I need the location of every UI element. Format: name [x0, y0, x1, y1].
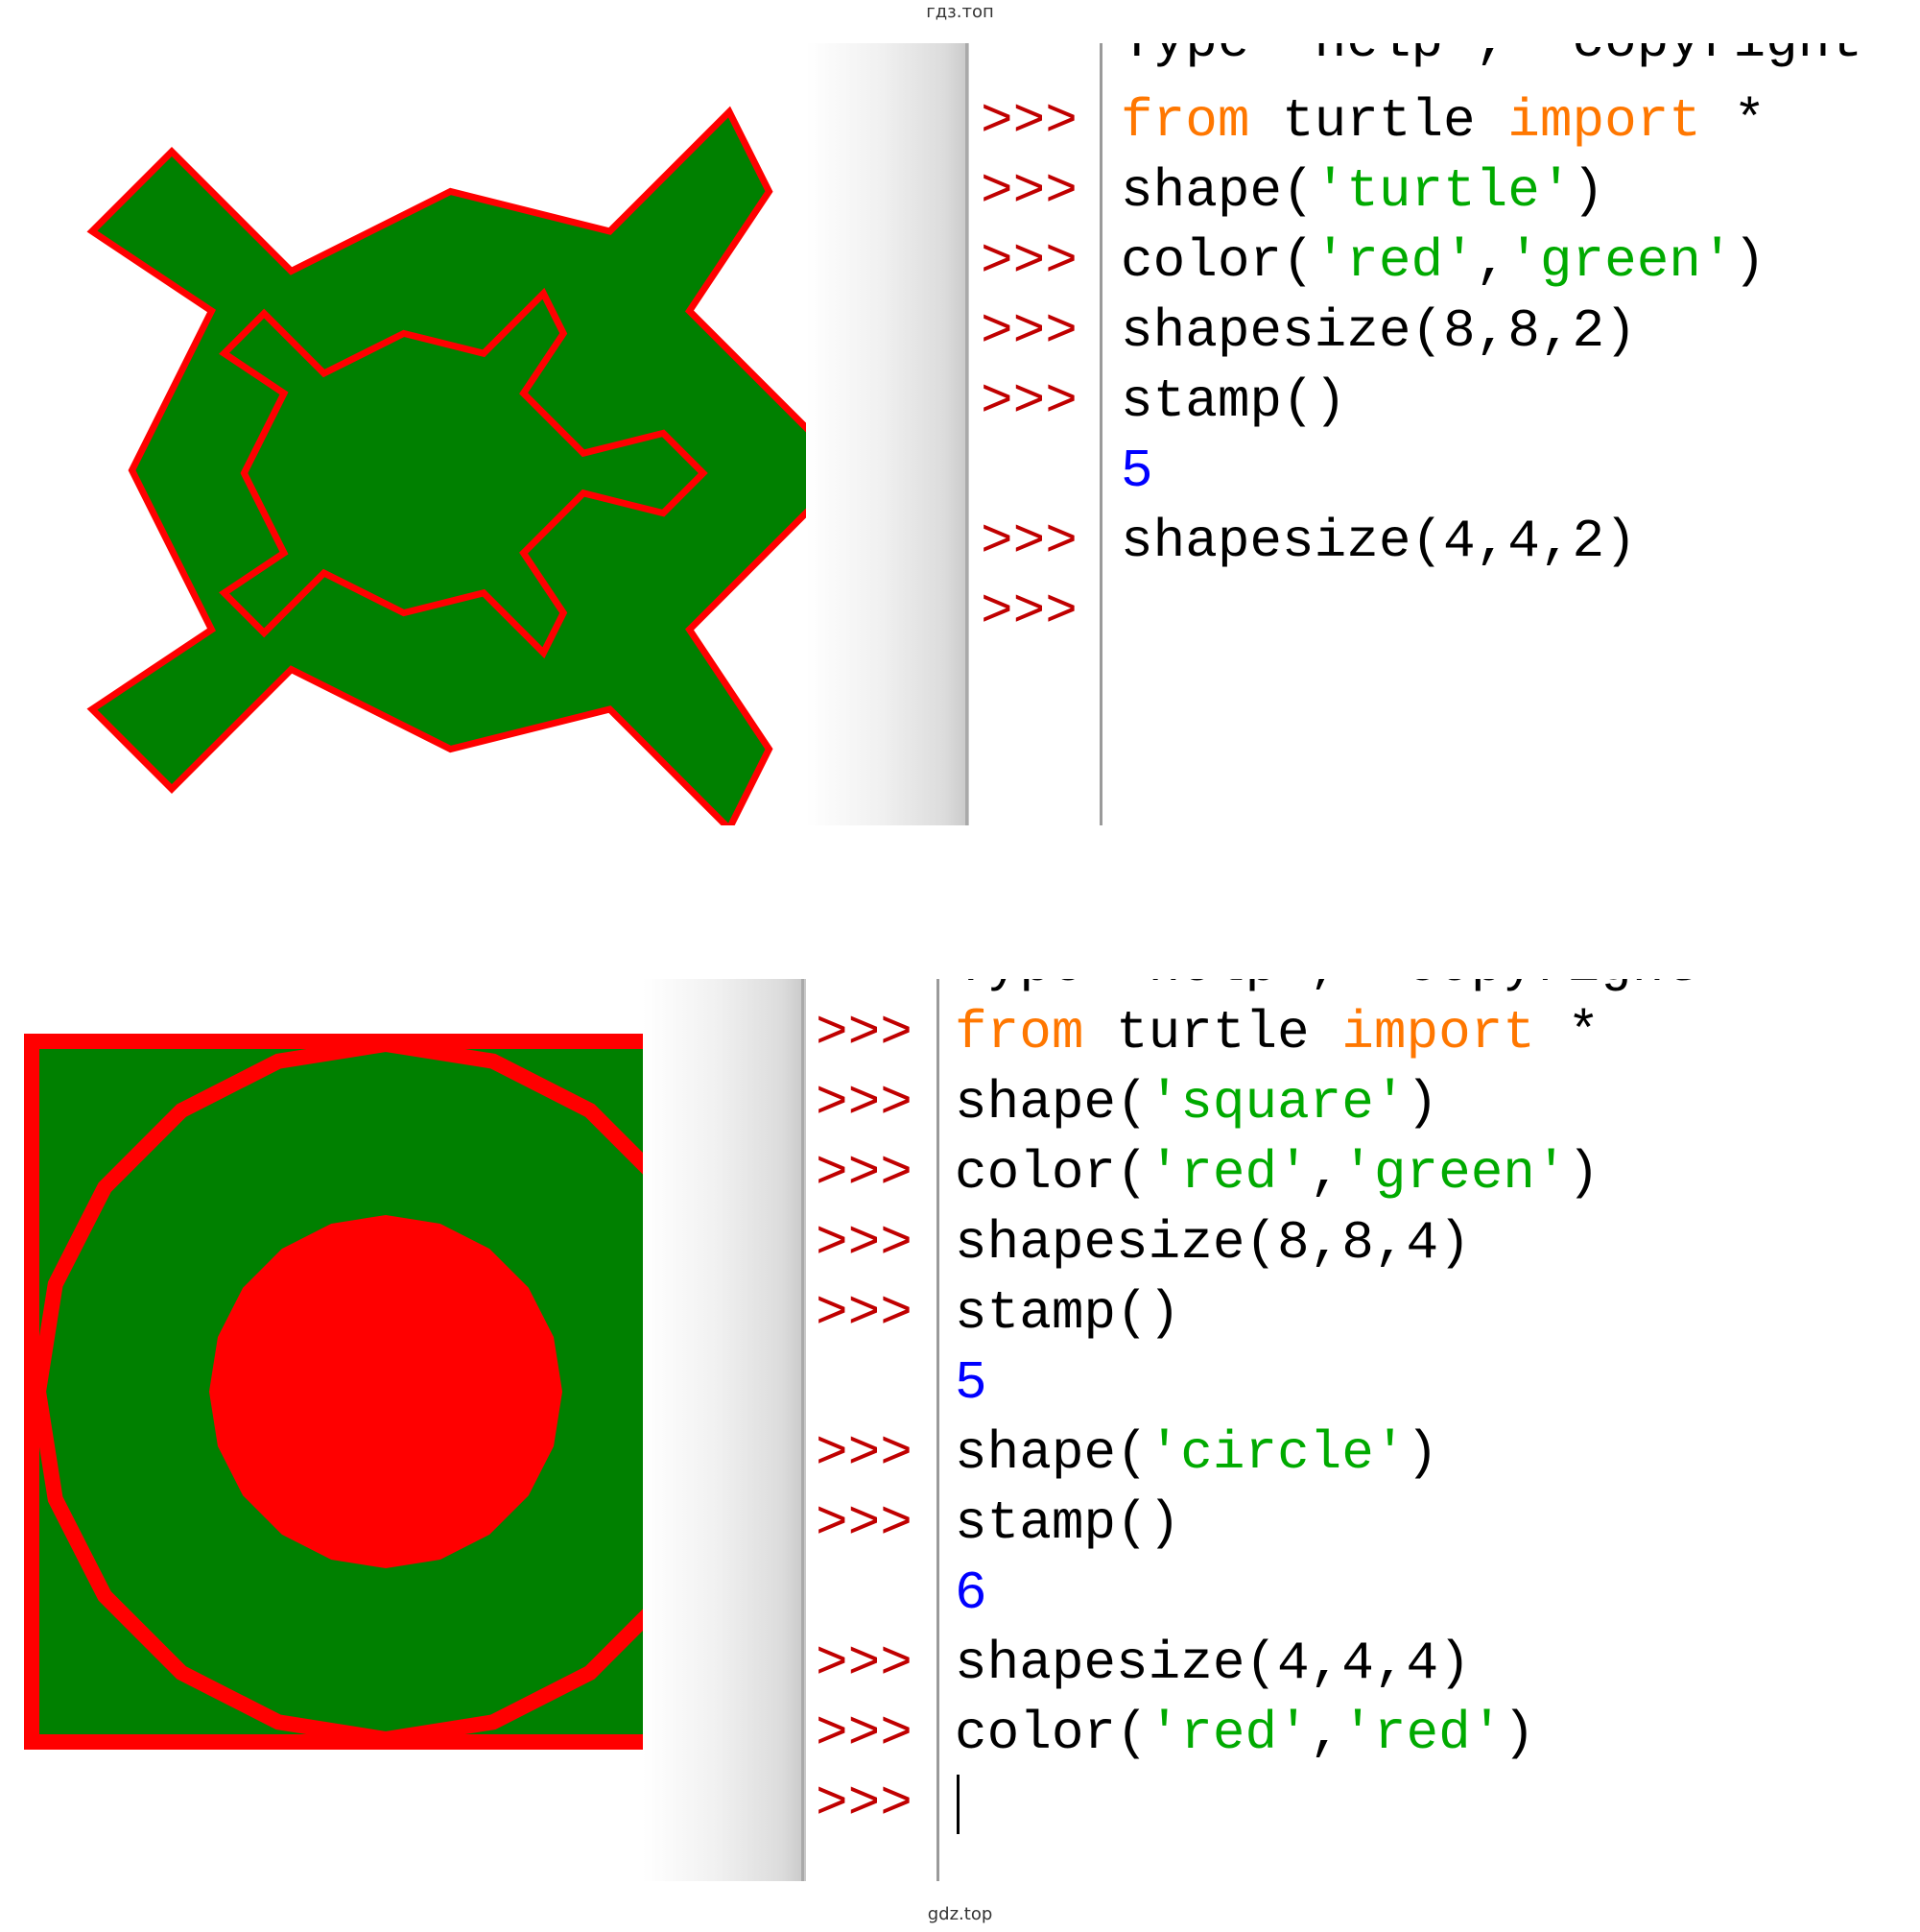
shell-output-line: 6 — [955, 1559, 987, 1628]
shell-prompt: >>> — [816, 1072, 913, 1133]
code-token: ) — [1733, 230, 1766, 292]
code-token: , — [1309, 1142, 1342, 1204]
string-token: 'red' — [1148, 1703, 1310, 1764]
code-token: color( — [955, 1703, 1149, 1764]
shell-code-line: color('red','red') — [955, 1699, 1535, 1768]
shell-prompt: >>> — [816, 1212, 913, 1274]
shell-output-line: 5 — [955, 1348, 987, 1418]
shell-code-line: shape('circle') — [955, 1419, 1438, 1488]
code-token: * — [1700, 90, 1766, 152]
code-token: shapesize(4,4,2) — [1121, 511, 1637, 572]
python-shell-bottom[interactable]: Type "help", "copyright >>> from turtle im… — [0, 979, 1920, 1881]
string-token: 'circle' — [1148, 1422, 1407, 1484]
shell-code-line: shape('turtle') — [1121, 156, 1604, 226]
shell-code-line: shape('square') — [955, 1068, 1438, 1137]
string-token: 'red' — [1341, 1703, 1504, 1764]
shell-previous-line: Type "help", "copyright — [1121, 43, 1862, 76]
shell-prompt: >>> — [816, 1002, 913, 1063]
code-token: stamp() — [955, 1282, 1181, 1344]
code-token: shapesize(8,8,2) — [1121, 300, 1637, 362]
keyword-token: import — [1341, 1002, 1535, 1063]
code-token: ) — [1406, 1422, 1439, 1484]
python-shell-top[interactable]: Type "help", "copyright >>> from turtle im… — [0, 43, 1920, 825]
shell-output-line: 5 — [1121, 437, 1153, 506]
shell-prompt: >>> — [816, 1422, 913, 1484]
shell-prompt: >>> — [816, 1282, 913, 1344]
shell-code-line: stamp() — [955, 1278, 1180, 1348]
shell-code-line: shapesize(4,4,4) — [955, 1629, 1471, 1698]
shell-prompt: >>> — [981, 370, 1078, 432]
keyword-token: from — [955, 1002, 1084, 1063]
shell-code-line: shapesize(4,4,2) — [1121, 507, 1637, 576]
watermark-bottom: gdz.top — [927, 1904, 993, 1924]
string-token: 'green' — [1507, 230, 1734, 292]
bottom-screenshot-panel: Type "help", "copyright >>> from turtle im… — [0, 979, 1920, 1881]
shell-code-line: stamp() — [955, 1489, 1180, 1558]
string-token: 'red' — [1148, 1142, 1310, 1204]
shell-prompt: >>> — [816, 1773, 913, 1834]
shell-prompt: >>> — [981, 511, 1078, 572]
code-token: shape( — [955, 1072, 1149, 1133]
text-cursor — [957, 1775, 960, 1834]
shell-code-line: stamp() — [1121, 367, 1346, 436]
code-token: , — [1475, 230, 1508, 292]
code-token: color( — [1121, 230, 1315, 292]
shell-prompt: >>> — [981, 160, 1078, 222]
shell-prompt: >>> — [981, 230, 1078, 292]
shell-code-line: color('red','green') — [955, 1138, 1600, 1207]
code-token: turtle — [1083, 1002, 1342, 1063]
watermark-top: гдз.топ — [926, 2, 994, 22]
keyword-token: import — [1507, 90, 1701, 152]
output-value: 5 — [955, 1352, 987, 1414]
shell-code-line: from turtle import * — [1121, 86, 1766, 155]
shell-previous-line: Type "help", "copyright — [955, 979, 1696, 1000]
shell-code-line: shapesize(8,8,2) — [1121, 297, 1637, 366]
code-token: ) — [1572, 160, 1605, 222]
keyword-token: from — [1121, 90, 1250, 152]
string-token: 'red' — [1314, 230, 1476, 292]
shell-prompt: >>> — [981, 300, 1078, 362]
shell-prompt: >>> — [816, 1703, 913, 1764]
code-token: * — [1534, 1002, 1600, 1063]
top-screenshot-panel: Type "help", "copyright >>> from turtle im… — [0, 43, 1920, 825]
shell-code-line: color('red','green') — [1121, 227, 1766, 296]
string-token: 'green' — [1341, 1142, 1568, 1204]
code-token: , — [1309, 1703, 1342, 1764]
output-value: 5 — [1121, 441, 1153, 502]
code-token: shapesize(4,4,4) — [955, 1633, 1471, 1694]
code-token: ) — [1406, 1072, 1439, 1133]
code-token: color( — [955, 1142, 1149, 1204]
code-token: ) — [1503, 1703, 1535, 1764]
code-token: ) — [1567, 1142, 1600, 1204]
code-token: stamp() — [1121, 370, 1347, 432]
string-token: 'square' — [1148, 1072, 1407, 1133]
shell-prompt: >>> — [816, 1142, 913, 1204]
shell-code-line: shapesize(8,8,4) — [955, 1208, 1471, 1277]
shell-prompt: >>> — [981, 581, 1078, 642]
shell-prompt: >>> — [981, 90, 1078, 152]
code-token: shape( — [1121, 160, 1315, 222]
code-token: shapesize(8,8,4) — [955, 1212, 1471, 1274]
string-token: 'turtle' — [1314, 160, 1573, 222]
shell-code-line: from turtle import * — [955, 998, 1600, 1067]
code-token: turtle — [1249, 90, 1508, 152]
code-token: shape( — [955, 1422, 1149, 1484]
code-token: stamp() — [955, 1492, 1181, 1554]
shell-prompt: >>> — [816, 1492, 913, 1554]
shell-prompt: >>> — [816, 1633, 913, 1694]
output-value: 6 — [955, 1562, 987, 1624]
